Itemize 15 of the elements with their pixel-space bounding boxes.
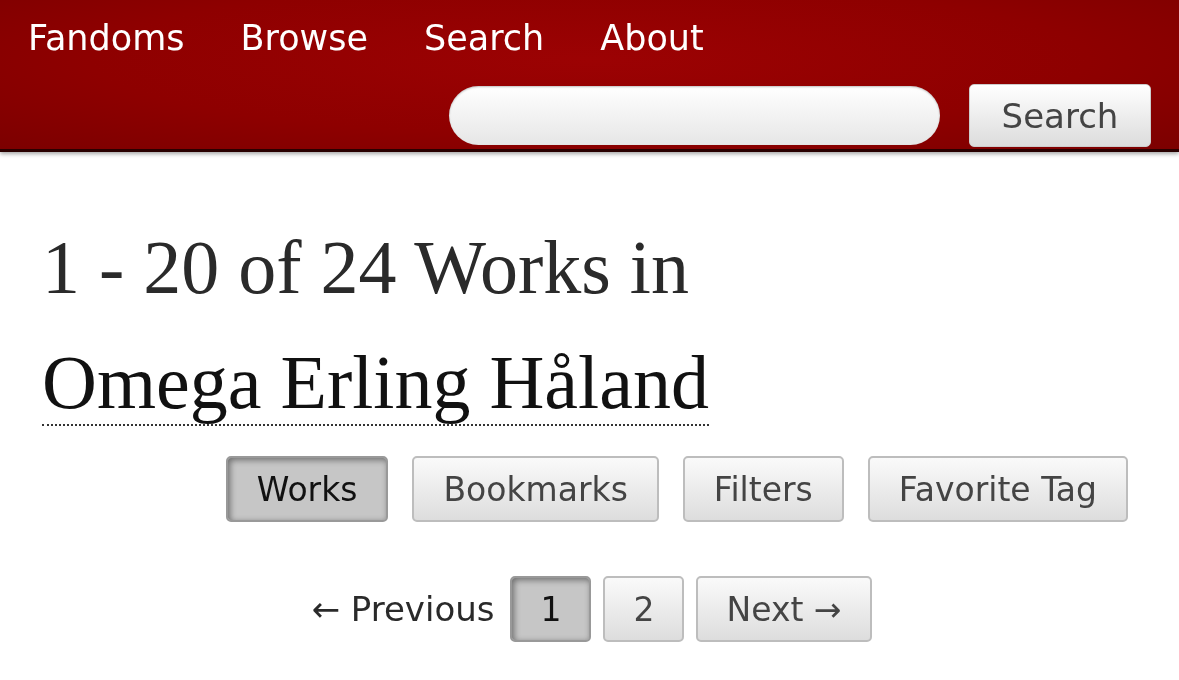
search-button[interactable]: Search [969,84,1151,147]
previous-text: ← Previous [311,589,495,629]
nav-link[interactable]: Search [423,10,545,66]
tab-button[interactable]: Filters [682,456,844,522]
tab-button[interactable]: Bookmarks [412,456,659,522]
page-button[interactable]: 2 [603,576,685,642]
tag-link[interactable]: Omega Erling Håland [42,340,709,426]
tab-button[interactable]: Favorite Tag [867,456,1128,522]
page-heading: 1 - 20 of 24 Works in Omega Erling Håland [42,224,710,428]
next-button[interactable]: Next → [696,576,872,642]
nav-link[interactable]: Fandoms [28,10,185,66]
page-button[interactable]: 1 [510,576,592,642]
nav-link[interactable]: Browse [240,10,368,66]
tab-button[interactable]: Works [225,456,389,522]
nav-link[interactable]: About [600,10,704,66]
